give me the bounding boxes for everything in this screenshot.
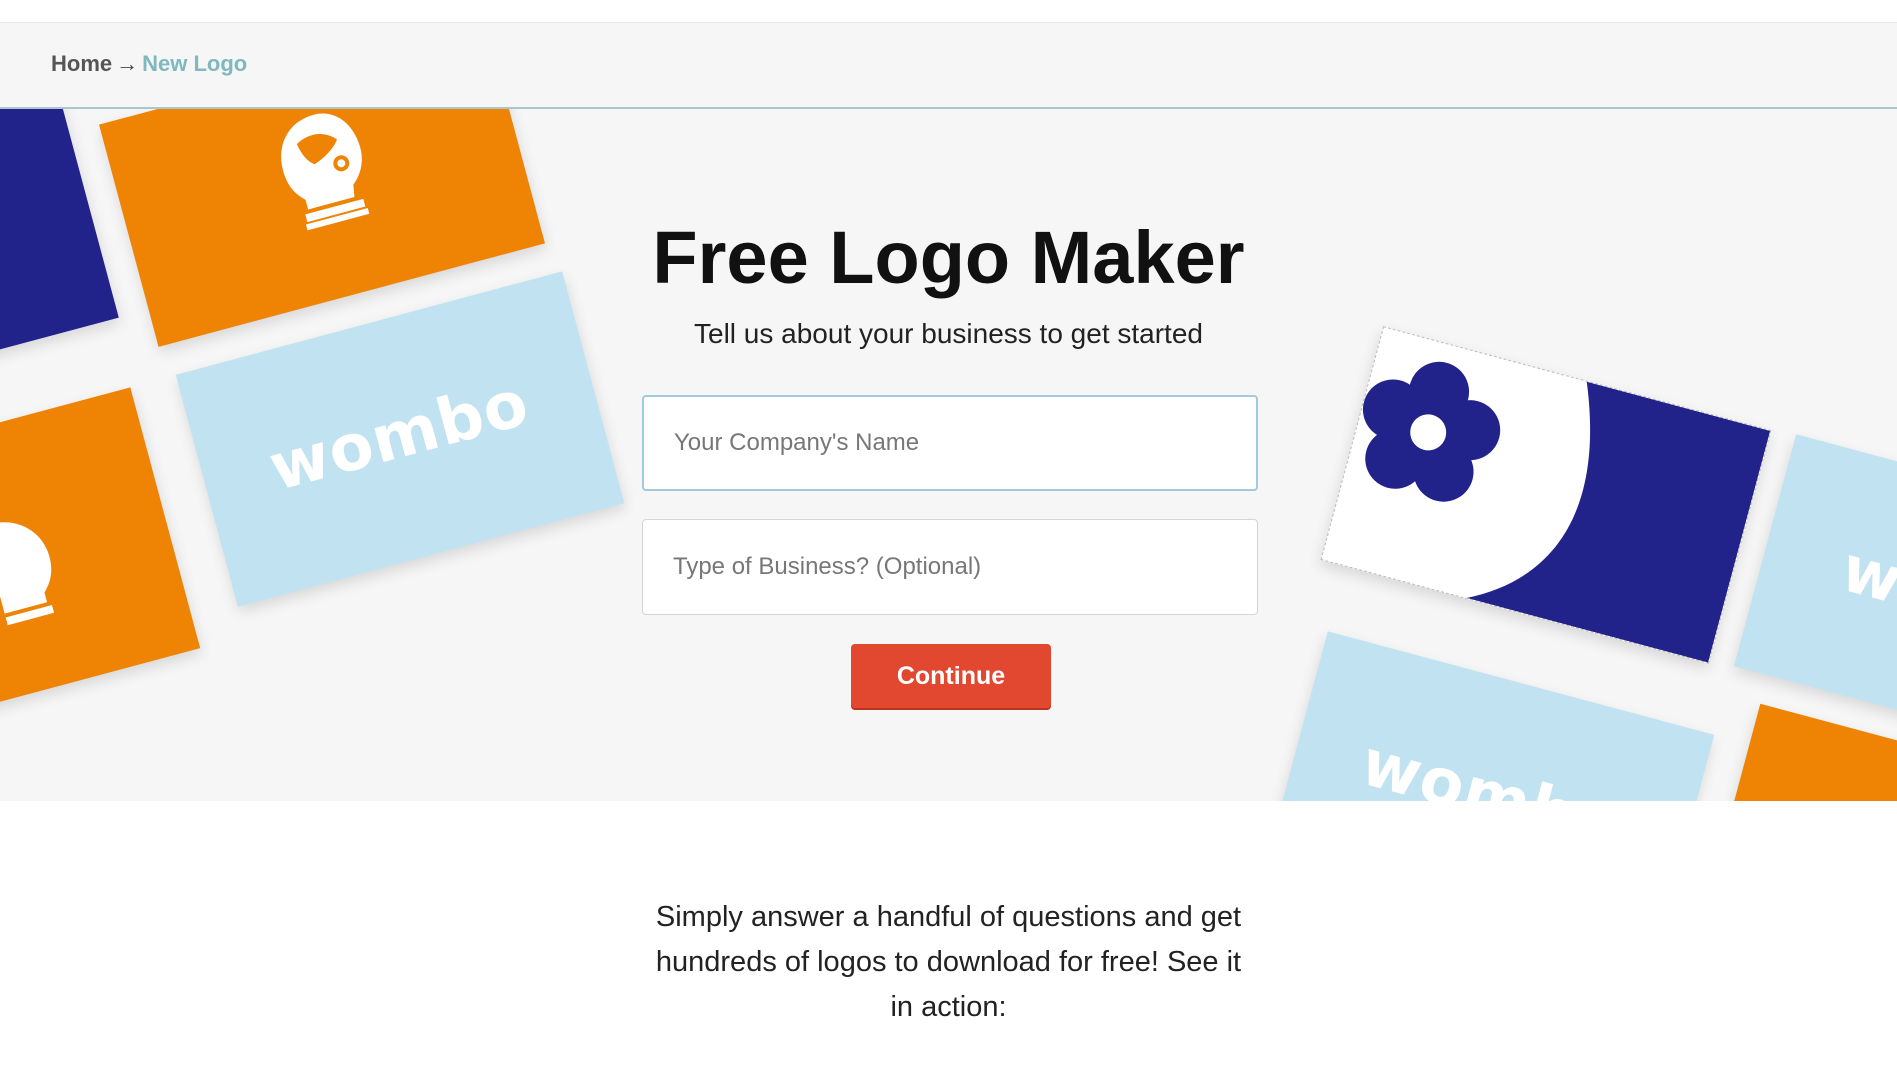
astronaut-helmet-icon [0, 522, 55, 626]
decor-card-orange [0, 387, 201, 721]
breadcrumb-bar: Home → New Logo [0, 23, 1897, 109]
decor-card-flower [1320, 326, 1772, 664]
breadcrumb-home-link[interactable]: Home [51, 51, 112, 76]
top-strip [0, 0, 1897, 23]
breadcrumb-separator: → [116, 51, 139, 76]
page-title: Free Logo Maker [652, 216, 1245, 299]
decor-card-word-bottom: wombo [1353, 726, 1629, 801]
page-subtitle: Tell us about your business to get start… [694, 318, 1203, 349]
decor-card-wombo-partial: w [1734, 434, 1897, 744]
business-type-input[interactable] [642, 519, 1258, 615]
intro-text: Simply answer a handful of questions and… [0, 895, 1897, 1030]
continue-button[interactable]: Continue [851, 644, 1051, 708]
flower-icon [1362, 361, 1771, 663]
breadcrumb: Home → New Logo [51, 51, 247, 77]
decor-card-word-partial: w [1833, 532, 1897, 620]
decor-card-wombo-bottom: wombo [1265, 631, 1715, 801]
decor-card-orange-bottom [1708, 703, 1897, 801]
intro-text-content: Simply answer a handful of questions and… [655, 901, 1242, 1023]
decor-card-word: wombo [261, 366, 537, 507]
breadcrumb-current: New Logo [142, 51, 248, 76]
company-name-input[interactable] [642, 395, 1258, 491]
